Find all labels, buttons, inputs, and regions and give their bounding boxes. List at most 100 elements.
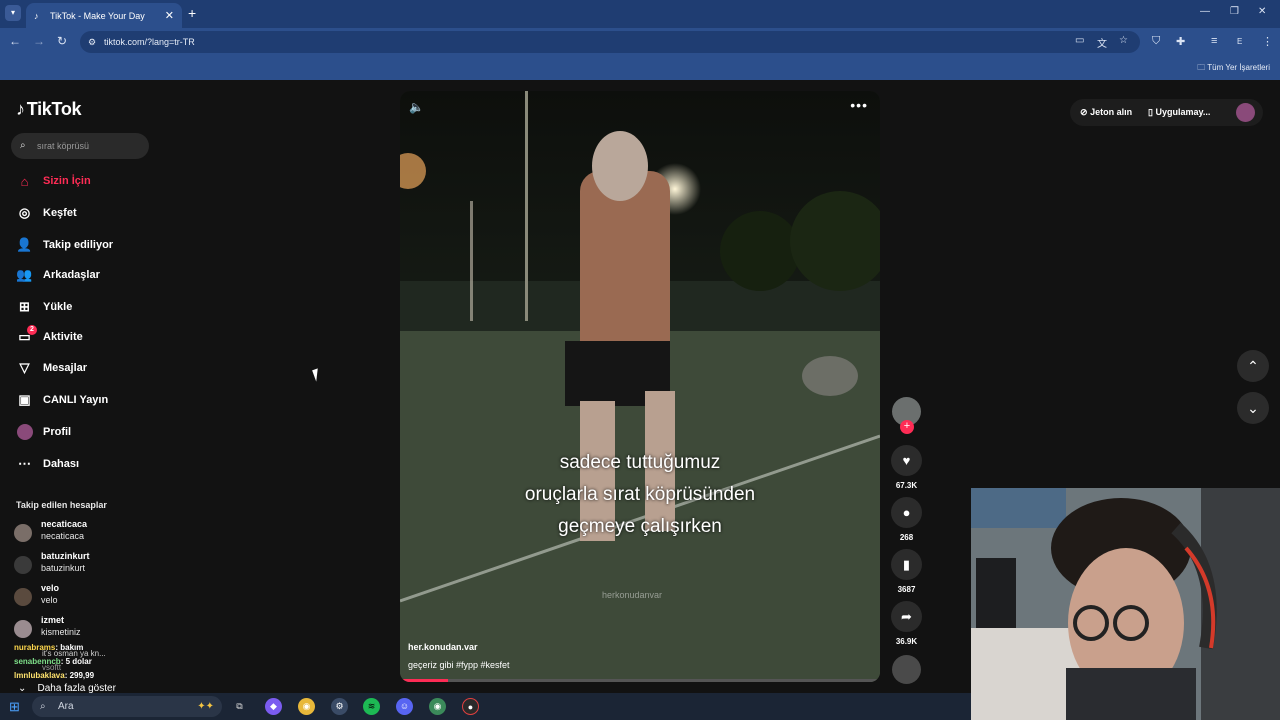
chat-text: : 5 dolar — [60, 657, 92, 666]
nav-messages[interactable]: ▽ Mesajlar — [16, 357, 88, 379]
url-text: tiktok.com/?lang=tr-TR — [104, 37, 195, 47]
bookmark-icon: ▮ — [902, 557, 911, 572]
search-input[interactable]: ⌕ sırat köprüsü — [11, 133, 149, 159]
window-close-icon[interactable]: ✕ — [1258, 6, 1266, 17]
friends-icon: 👥 — [16, 267, 33, 282]
messages-icon: ▽ — [19, 360, 30, 375]
cast-icon[interactable]: ▭ — [1075, 35, 1084, 46]
avatar — [14, 620, 32, 638]
browser-menu-icon[interactable]: ⋮ — [1262, 35, 1273, 48]
bookmarks-bar: 🗀 Tüm Yer İşaretleri — [0, 56, 1280, 80]
reload-icon[interactable]: ↻ — [57, 34, 67, 48]
search-value: sırat köprüsü — [37, 141, 90, 151]
translate-icon[interactable]: 文 — [1097, 35, 1107, 50]
tiktok-logo[interactable]: ♪ TikTok — [16, 99, 82, 120]
video-description[interactable]: geçeriz gibi #fypp #kesfet — [408, 660, 510, 670]
bookmark-star-icon[interactable]: ☆ — [1119, 35, 1128, 46]
nav-activity[interactable]: ▭ 2 Aktivite — [16, 325, 83, 348]
account-handle: kismetiniz — [41, 627, 81, 637]
save-button[interactable]: ▮ — [891, 549, 922, 580]
account-handle: necaticaca — [41, 531, 85, 541]
comment-button[interactable]: ● — [891, 497, 922, 528]
forward-icon[interactable]: → — [33, 34, 45, 48]
restore-icon[interactable]: ❐ — [1230, 6, 1239, 17]
task-view-icon[interactable]: ⧉ — [231, 698, 248, 715]
windows-taskbar: ⊞ ⌕ Ara ✦✦ ⧉ ◆ ◉ ⚙ ≋ ☺ ◉ ● — [0, 693, 971, 720]
windows-start-icon[interactable]: ⊞ — [9, 699, 20, 715]
back-icon[interactable]: ← — [9, 34, 21, 48]
nav-label: CANLI Yayın — [43, 394, 109, 406]
spotify-icon[interactable]: ≋ — [363, 698, 380, 715]
address-bar[interactable]: ⚙ tiktok.com/?lang=tr-TR — [80, 31, 1140, 53]
live-icon: ▣ — [18, 392, 31, 407]
get-coins-button[interactable]: ⊘ Jeton alın — [1080, 107, 1132, 118]
nav-label: Profil — [43, 426, 72, 438]
video-player[interactable]: 🔈 ••• sadece tuttuğumuz oruçlarla sırat … — [400, 91, 880, 682]
taskbar-search-input[interactable]: ⌕ Ara ✦✦ — [32, 696, 222, 717]
followed-accounts-title: Takip edilen hesaplar — [16, 500, 107, 510]
follow-plus-icon[interactable]: + — [900, 420, 914, 434]
nav-label: Sizin İçin — [43, 175, 91, 187]
home-icon: ⌂ — [20, 173, 29, 189]
nav-upload[interactable]: ⊞ Yükle — [16, 296, 72, 318]
tab-close-icon[interactable]: ✕ — [165, 9, 174, 22]
obs-icon[interactable]: ● — [462, 698, 479, 715]
next-video-button[interactable]: ⌄ — [1237, 392, 1269, 424]
mouse-cursor-icon — [312, 368, 322, 382]
chrome-icon[interactable]: ◉ — [298, 698, 315, 715]
webcam-overlay — [971, 488, 1280, 720]
all-bookmarks-label: Tüm Yer İşaretleri — [1207, 63, 1270, 72]
chevron-up-icon: ⌃ — [1247, 358, 1259, 374]
like-count: 67.3K — [895, 481, 918, 490]
user-avatar[interactable] — [1236, 103, 1255, 122]
like-button[interactable]: ♥ — [891, 445, 922, 476]
save-count: 3687 — [897, 585, 916, 594]
music-disc[interactable] — [892, 655, 921, 684]
previous-video-button[interactable]: ⌃ — [1237, 350, 1269, 382]
video-progress-bar[interactable] — [400, 679, 880, 682]
compass-icon: ◎ — [18, 205, 31, 220]
copilot-icon[interactable]: ◆ — [265, 698, 282, 715]
nav-profile[interactable]: Profil — [16, 421, 71, 443]
discord-icon[interactable]: ☺ — [396, 698, 413, 715]
nav-label: Arkadaşlar — [43, 269, 100, 281]
nav-for-you[interactable]: ⌂ Sizin İçin — [16, 170, 91, 192]
site-info-icon[interactable]: ⚙ — [88, 31, 96, 53]
video-username[interactable]: her.konudan.var — [408, 642, 478, 652]
chrome-profile-icon[interactable]: ◉ — [429, 698, 446, 715]
nav-label: Dahası — [43, 458, 80, 470]
steam-icon[interactable]: ⚙ — [331, 698, 348, 715]
nav-label: Keşfet — [43, 207, 77, 219]
avatar — [14, 524, 32, 542]
nav-more[interactable]: ⋯ Dahası — [16, 453, 79, 475]
video-caption-line: oruçlarla sırat köprüsünden — [524, 484, 756, 505]
browser-tab[interactable]: ♪ TikTok - Make Your Day ✕ — [26, 3, 182, 28]
profile-button[interactable]: E — [1237, 37, 1242, 46]
account-handle: velo — [41, 595, 58, 605]
nav-following[interactable]: 👤 Takip ediliyor — [16, 234, 113, 256]
shield-extension-icon[interactable]: ⛉ — [1152, 35, 1160, 48]
nav-live[interactable]: ▣ CANLI Yayın — [16, 389, 108, 411]
chat-user: lmnlubaklava — [14, 671, 65, 680]
heart-icon: ♥ — [902, 453, 911, 468]
new-tab-button[interactable]: + — [188, 5, 196, 21]
nav-explore[interactable]: ◎ Keşfet — [16, 202, 77, 224]
minimize-icon[interactable]: — — [1200, 6, 1210, 17]
avatar — [14, 556, 32, 574]
nav-label: Yükle — [43, 301, 73, 313]
volume-icon[interactable]: 🔈 — [409, 100, 424, 114]
get-app-button[interactable]: ▯ Uygulamay... — [1148, 107, 1210, 118]
video-more-icon[interactable]: ••• — [850, 97, 868, 113]
tiktok-note-icon: ♪ — [16, 99, 25, 119]
comment-count: 268 — [899, 533, 914, 542]
extensions-icon[interactable]: ✚ — [1176, 35, 1185, 48]
all-bookmarks-folder[interactable]: 🗀 Tüm Yer İşaretleri — [1197, 62, 1270, 76]
avatar — [14, 588, 32, 606]
search-icon: ⌕ — [20, 140, 26, 151]
media-control-icon[interactable]: ≡ — [1211, 35, 1217, 47]
account-name: izmet — [41, 615, 65, 625]
nav-label: Aktivite — [43, 331, 83, 343]
nav-friends[interactable]: 👥 Arkadaşlar — [16, 264, 100, 286]
share-button[interactable]: ➦ — [891, 601, 922, 632]
tab-search-icon[interactable]: ▾ — [5, 5, 21, 21]
